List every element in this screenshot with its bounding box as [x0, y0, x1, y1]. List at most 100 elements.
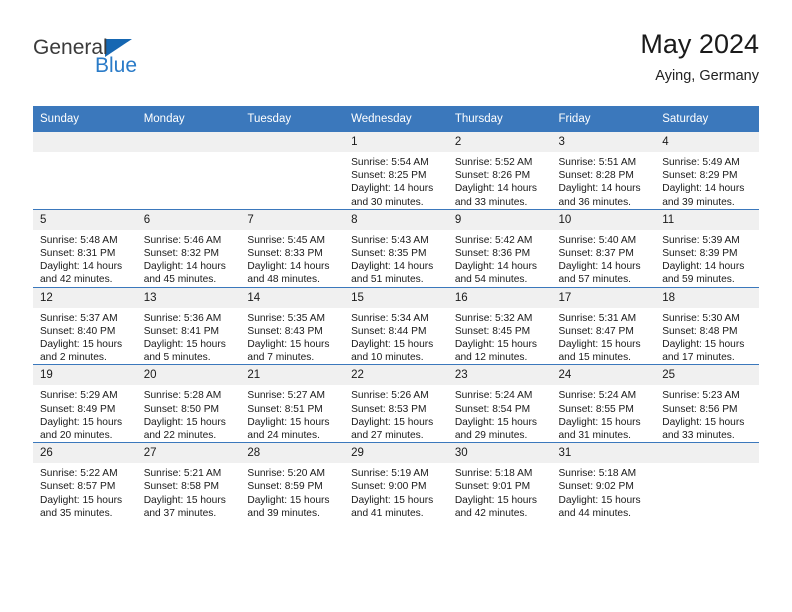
calendar-day-cell-empty [136, 132, 241, 210]
sunset-text: Sunset: 8:35 PM [351, 248, 427, 260]
calendar-day-cell[interactable]: 23 Sunrise: 5:24 AM Sunset: 8:54 PM Dayligh… [447, 364, 552, 443]
calendar-day-cell[interactable]: 7 Sunrise: 5:45 AM Sunset: 8:33 PM Daylight… [240, 208, 345, 288]
daylight-text-line2: and 45 minutes. [143, 274, 217, 286]
day-details: Sunrise: 5:34 AM Sunset: 8:44 PM Daylight:… [344, 308, 448, 365]
day-details: Sunrise: 5:30 AM Sunset: 8:48 PM Daylight:… [655, 308, 759, 365]
day-details: Sunrise: 5:43 AM Sunset: 8:35 PM Daylight:… [344, 230, 448, 287]
brand-logo[interactable]: General Blue [33, 36, 263, 77]
daylight-text-line2: and 39 minutes. [662, 196, 735, 208]
calendar-day-cell[interactable]: 3 Sunrise: 5:51 AM Sunset: 8:28 PM Daylight… [551, 132, 656, 210]
sunrise-text: Sunrise: 5:20 AM [247, 468, 325, 480]
day-details: Sunrise: 5:27 AM Sunset: 8:51 PM Daylight:… [240, 385, 344, 442]
calendar-day-cell[interactable]: 30 Sunrise: 5:18 AM Sunset: 9:01 PM Dayligh… [447, 442, 552, 521]
sunset-text: Sunset: 8:29 PM [662, 170, 738, 182]
day-number: 28 [240, 443, 345, 464]
sunset-text: Sunset: 8:55 PM [558, 403, 634, 415]
calendar-day-cell[interactable]: 5 Sunrise: 5:48 AM Sunset: 8:31 PM Daylight… [33, 208, 137, 288]
calendar-day-cell[interactable]: 16 Sunrise: 5:32 AM Sunset: 8:45 PM Dayligh… [447, 286, 552, 365]
calendar-day-cell[interactable]: 22 Sunrise: 5:26 AM Sunset: 8:53 PM Dayligh… [344, 364, 448, 443]
day-details: Sunrise: 5:49 AM Sunset: 8:29 PM Daylight:… [655, 152, 759, 209]
calendar-day-cell[interactable]: 25 Sunrise: 5:23 AM Sunset: 8:56 PM Dayligh… [655, 364, 759, 443]
daylight-text-line2: and 33 minutes. [454, 196, 528, 208]
day-number: 17 [551, 287, 656, 308]
sunrise-text: Sunrise: 5:26 AM [351, 390, 429, 402]
calendar-day-cell[interactable]: 24 Sunrise: 5:24 AM Sunset: 8:55 PM Dayligh… [551, 364, 656, 443]
calendar-week-row: 26 Sunrise: 5:22 AM Sunset: 8:57 PM Dayligh… [33, 442, 759, 521]
sunrise-text: Sunrise: 5:32 AM [454, 312, 533, 324]
calendar-day-cell[interactable]: 28 Sunrise: 5:20 AM Sunset: 8:59 PM Dayligh… [240, 442, 345, 521]
calendar-day-cell[interactable]: 26 Sunrise: 5:22 AM Sunset: 8:57 PM Dayligh… [33, 442, 137, 521]
calendar-day-cell[interactable]: 18 Sunrise: 5:30 AM Sunset: 8:48 PM Dayligh… [655, 286, 759, 365]
day-number: 4 [655, 132, 759, 152]
sunset-text: Sunset: 8:39 PM [662, 248, 738, 260]
calendar-day-cell[interactable]: 21 Sunrise: 5:27 AM Sunset: 8:51 PM Dayligh… [240, 364, 345, 443]
daylight-text-line2: and 29 minutes. [454, 430, 528, 442]
calendar-day-cell[interactable]: 29 Sunrise: 5:19 AM Sunset: 9:00 PM Dayligh… [344, 442, 448, 521]
brand-name-blue: Blue [95, 54, 138, 77]
daylight-text-line2: and 42 minutes. [454, 507, 528, 519]
sunrise-text: Sunrise: 5:36 AM [143, 312, 222, 324]
weekday-header-saturday: Saturday [655, 106, 759, 132]
day-number [33, 132, 137, 152]
calendar-day-cell[interactable]: 19 Sunrise: 5:29 AM Sunset: 8:49 PM Dayligh… [33, 364, 137, 443]
day-number: 22 [344, 365, 448, 386]
calendar-day-cell[interactable]: 14 Sunrise: 5:35 AM Sunset: 8:43 PM Dayligh… [240, 286, 345, 365]
day-details: Sunrise: 5:23 AM Sunset: 8:56 PM Daylight:… [655, 385, 759, 442]
calendar-day-cell[interactable]: 4 Sunrise: 5:49 AM Sunset: 8:29 PM Daylight… [655, 132, 759, 210]
daylight-text-line2: and 59 minutes. [662, 274, 735, 286]
daylight-text-line2: and 5 minutes. [143, 352, 211, 364]
calendar-day-cell[interactable]: 8 Sunrise: 5:43 AM Sunset: 8:35 PM Daylight… [344, 208, 448, 288]
sunrise-text: Sunrise: 5:34 AM [351, 312, 429, 324]
calendar-week-row: 12 Sunrise: 5:37 AM Sunset: 8:40 PM Dayligh… [33, 286, 759, 365]
daylight-text-line1: Daylight: 14 hours [454, 183, 537, 195]
daylight-text-line1: Daylight: 15 hours [40, 339, 123, 351]
day-number: 9 [447, 209, 552, 230]
calendar-day-cell[interactable]: 15 Sunrise: 5:34 AM Sunset: 8:44 PM Dayligh… [344, 286, 448, 365]
calendar-day-cell[interactable]: 20 Sunrise: 5:28 AM Sunset: 8:50 PM Dayligh… [136, 364, 241, 443]
day-details: Sunrise: 5:45 AM Sunset: 8:33 PM Daylight:… [240, 230, 344, 287]
sunrise-text: Sunrise: 5:39 AM [662, 234, 740, 246]
calendar-day-cell[interactable]: 2 Sunrise: 5:52 AM Sunset: 8:26 PM Daylight… [447, 132, 552, 210]
sunrise-text: Sunrise: 5:52 AM [454, 157, 533, 168]
daylight-text-line1: Daylight: 15 hours [351, 416, 434, 428]
daylight-text-line1: Daylight: 15 hours [40, 494, 123, 506]
calendar-body: 1 Sunrise: 5:54 AM Sunset: 8:25 PM Daylight… [33, 132, 759, 521]
daylight-text-line2: and 30 minutes. [351, 196, 424, 208]
sunset-text: Sunset: 8:56 PM [662, 403, 738, 415]
daylight-text-line2: and 57 minutes. [558, 274, 632, 286]
daylight-text-line1: Daylight: 15 hours [558, 416, 641, 428]
daylight-text-line2: and 22 minutes. [143, 430, 217, 442]
calendar-day-cell[interactable]: 27 Sunrise: 5:21 AM Sunset: 8:58 PM Dayligh… [136, 442, 241, 521]
daylight-text-line2: and 33 minutes. [662, 430, 735, 442]
daylight-text-line2: and 15 minutes. [558, 352, 632, 364]
daylight-text-line2: and 35 minutes. [40, 507, 113, 519]
sunrise-text: Sunrise: 5:31 AM [558, 312, 637, 324]
sunset-text: Sunset: 8:54 PM [454, 403, 531, 415]
sunrise-text: Sunrise: 5:18 AM [454, 468, 533, 480]
day-number: 14 [240, 287, 345, 308]
calendar-day-cell[interactable]: 1 Sunrise: 5:54 AM Sunset: 8:25 PM Daylight… [344, 132, 448, 210]
day-number: 16 [447, 287, 552, 308]
weekday-header-monday: Monday [136, 106, 241, 132]
daylight-text-line2: and 31 minutes. [558, 430, 632, 442]
calendar-day-cell[interactable]: 11 Sunrise: 5:39 AM Sunset: 8:39 PM Dayligh… [655, 208, 759, 288]
sunset-text: Sunset: 8:43 PM [247, 325, 323, 337]
calendar-day-cell[interactable]: 9 Sunrise: 5:42 AM Sunset: 8:36 PM Daylight… [447, 208, 552, 288]
calendar-day-cell[interactable]: 17 Sunrise: 5:31 AM Sunset: 8:47 PM Dayligh… [551, 286, 656, 365]
calendar-day-cell[interactable]: 13 Sunrise: 5:36 AM Sunset: 8:41 PM Dayligh… [136, 286, 241, 365]
sunset-text: Sunset: 8:37 PM [558, 248, 634, 260]
day-details: Sunrise: 5:39 AM Sunset: 8:39 PM Daylight:… [655, 230, 759, 287]
daylight-text-line1: Daylight: 14 hours [454, 261, 537, 273]
calendar-day-cell[interactable]: 6 Sunrise: 5:46 AM Sunset: 8:32 PM Daylight… [136, 208, 241, 288]
sunrise-text: Sunrise: 5:29 AM [40, 390, 118, 402]
day-number: 3 [551, 132, 656, 152]
calendar-day-cell[interactable]: 12 Sunrise: 5:37 AM Sunset: 8:40 PM Dayligh… [33, 286, 137, 365]
sunrise-text: Sunrise: 5:27 AM [247, 390, 325, 402]
daylight-text-line2: and 48 minutes. [247, 274, 320, 286]
calendar-day-cell[interactable]: 31 Sunrise: 5:18 AM Sunset: 9:02 PM Dayligh… [551, 442, 656, 521]
day-details: Sunrise: 5:51 AM Sunset: 8:28 PM Daylight:… [552, 152, 656, 209]
daylight-text-line2: and 24 minutes. [247, 430, 320, 442]
calendar-day-cell[interactable]: 10 Sunrise: 5:40 AM Sunset: 8:37 PM Dayligh… [551, 208, 656, 288]
calendar-week-row: 19 Sunrise: 5:29 AM Sunset: 8:49 PM Dayligh… [33, 364, 759, 443]
daylight-text-line2: and 7 minutes. [247, 352, 315, 364]
